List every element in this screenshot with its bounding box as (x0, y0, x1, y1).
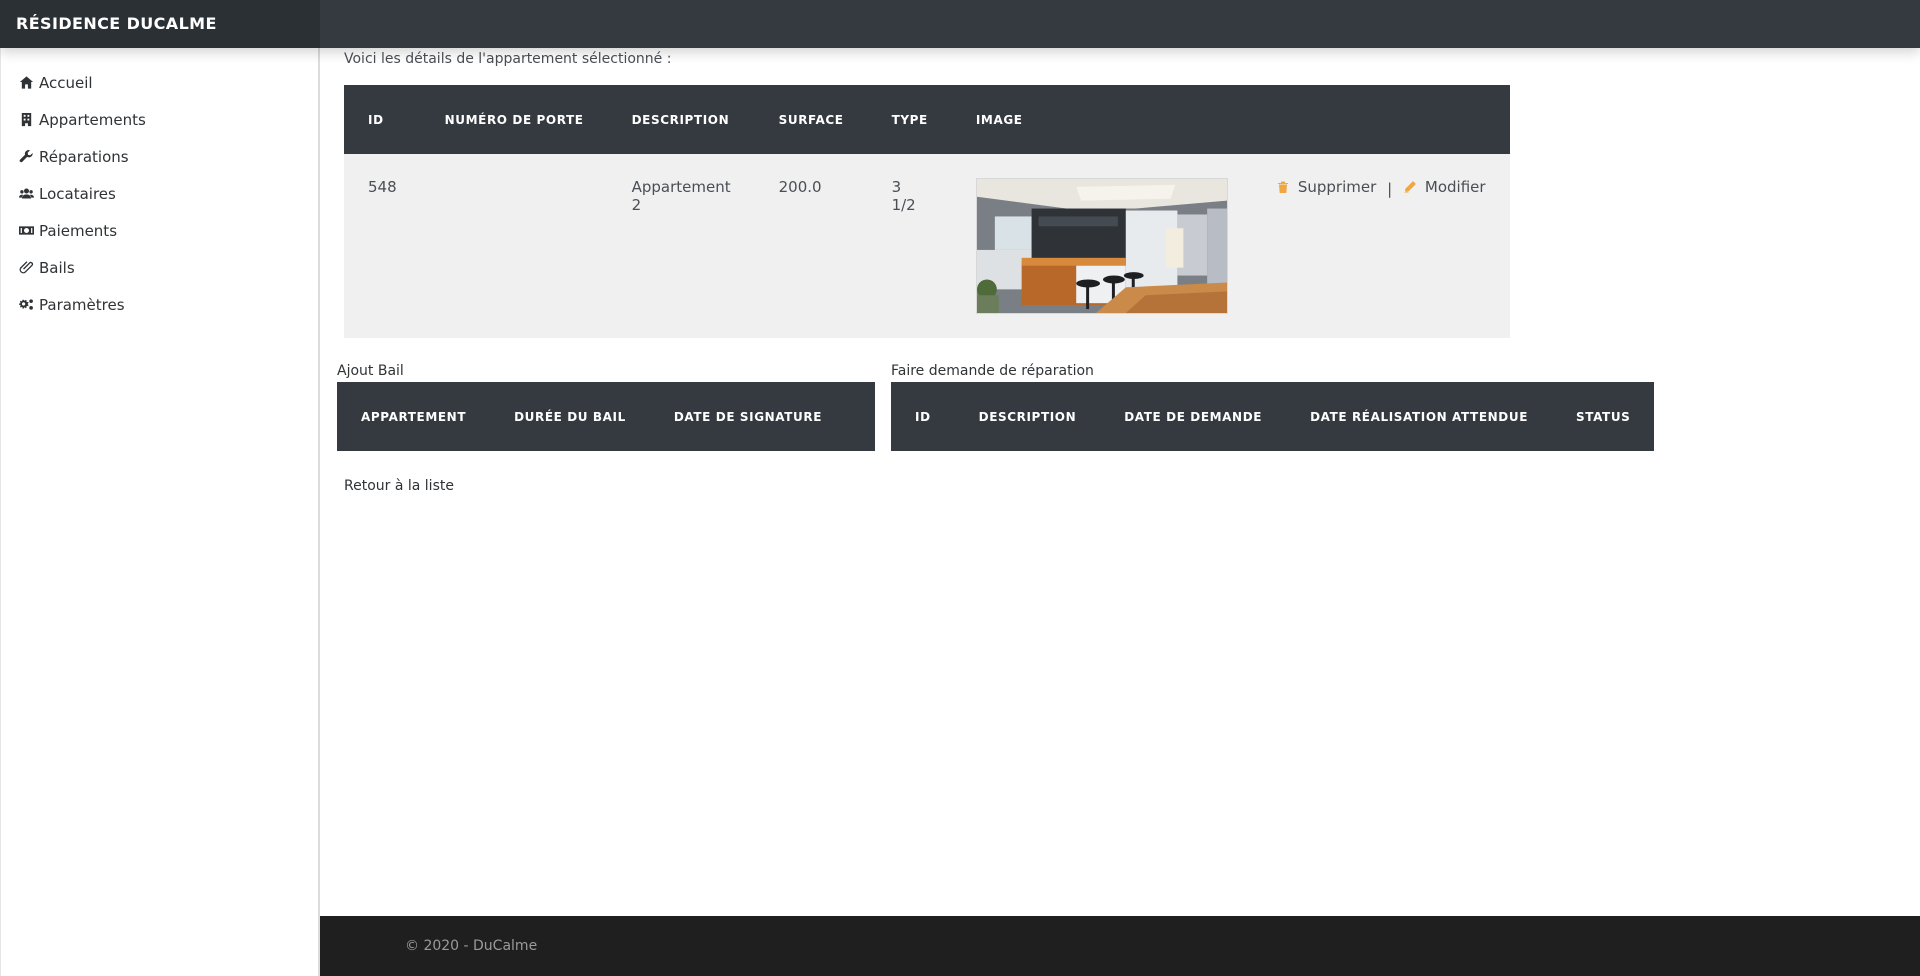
column-header-description: DESCRIPTION (954, 382, 1101, 451)
home-icon (18, 75, 34, 91)
cell-surface: 200.0 (754, 154, 868, 338)
table-header-row: ID NUMÉRO DE PORTE DESCRIPTION SURFACE T… (344, 85, 1510, 154)
table-header-row: ID DESCRIPTION DATE DE DEMANDE DATE RÉAL… (891, 382, 1655, 451)
sidebar-item-parametres[interactable]: Paramètres (1, 286, 318, 323)
repair-section-label: Faire demande de réparation (891, 363, 1094, 379)
intro-text: Voici les détails de l'appartement sélec… (344, 51, 672, 67)
sidebar-item-paiements[interactable]: Paiements (1, 212, 318, 249)
cell-type: 3 1/2 (867, 154, 952, 338)
money-icon (18, 223, 34, 239)
cell-id: 548 (344, 154, 421, 338)
cell-actions: Supprimer | Modifier (1251, 154, 1510, 338)
column-header-id: ID (891, 382, 955, 451)
footer: © 2020 - DuCalme (320, 916, 1920, 976)
cell-door-number (420, 154, 608, 338)
column-header-appartement: APPARTEMENT (337, 382, 491, 451)
paperclip-icon (18, 260, 34, 276)
delete-label: Supprimer (1297, 178, 1377, 196)
column-header-date-realisation: DATE RÉALISATION ATTENDUE (1286, 382, 1552, 451)
column-header-type: TYPE (867, 85, 952, 154)
sidebar-item-locataires[interactable]: Locataires (1, 175, 318, 212)
gears-icon (18, 297, 34, 313)
edit-link[interactable]: Modifier (1403, 178, 1486, 196)
brand-title[interactable]: RÉSIDENCE DUCALME (0, 0, 320, 48)
footer-copyright: © 2020 - DuCalme (405, 938, 538, 954)
column-header-id: ID (344, 85, 421, 154)
cell-image (951, 154, 1252, 338)
back-to-list-link[interactable]: Retour à la liste (344, 478, 454, 494)
column-header-description: DESCRIPTION (607, 85, 755, 154)
column-header-date-demande: DATE DE DEMANDE (1100, 382, 1287, 451)
sidebar-item-label: Locataires (39, 184, 116, 203)
table-header-row: APPARTEMENT DURÉE DU BAIL DATE DE SIGNAT… (337, 382, 875, 451)
column-header-status: STATUS (1552, 382, 1655, 451)
column-header-date-signature: DATE DE SIGNATURE (649, 382, 875, 451)
top-navbar: RÉSIDENCE DUCALME (0, 0, 1920, 48)
wrench-icon (18, 149, 34, 165)
pencil-icon (1404, 181, 1416, 193)
sidebar-item-label: Appartements (39, 110, 146, 129)
main-content: Voici les détails de l'appartement sélec… (320, 48, 1920, 916)
sidebar-item-label: Paramètres (39, 295, 125, 314)
sidebar-item-label: Accueil (39, 73, 93, 92)
cell-description: Appartement 2 (607, 154, 755, 338)
sidebar-item-accueil[interactable]: Accueil (1, 64, 318, 101)
bail-table: APPARTEMENT DURÉE DU BAIL DATE DE SIGNAT… (337, 382, 875, 451)
column-header-actions (1251, 85, 1510, 154)
trash-icon (1277, 181, 1288, 193)
sidebar-item-label: Bails (39, 258, 75, 277)
sidebar-item-reparations[interactable]: Réparations (1, 138, 318, 175)
edit-label: Modifier (1424, 178, 1486, 196)
column-header-image: IMAGE (951, 85, 1252, 154)
column-header-duree-bail: DURÉE DU BAIL (490, 382, 650, 451)
apartment-kitchen-image (975, 178, 1228, 314)
sidebar-item-label: Paiements (39, 221, 118, 240)
bail-section-label: Ajout Bail (337, 363, 404, 379)
users-icon (18, 186, 34, 202)
sidebar-item-label: Réparations (39, 147, 129, 166)
apartment-detail-table: ID NUMÉRO DE PORTE DESCRIPTION SURFACE T… (344, 85, 1510, 338)
sidebar-item-bails[interactable]: Bails (1, 249, 318, 286)
sidebar-item-appartements[interactable]: Appartements (1, 101, 318, 138)
building-icon (18, 112, 34, 128)
action-separator: | (1387, 180, 1393, 198)
table-row: 548 Appartement 2 200.0 3 1/2 Supprimer … (344, 154, 1510, 338)
delete-link[interactable]: Supprimer (1276, 178, 1376, 196)
repair-table: ID DESCRIPTION DATE DE DEMANDE DATE RÉAL… (891, 382, 1655, 451)
column-header-surface: SURFACE (754, 85, 868, 154)
sidebar: Accueil Appartements Réparations Locatai… (0, 48, 320, 976)
column-header-door-number: NUMÉRO DE PORTE (420, 85, 608, 154)
